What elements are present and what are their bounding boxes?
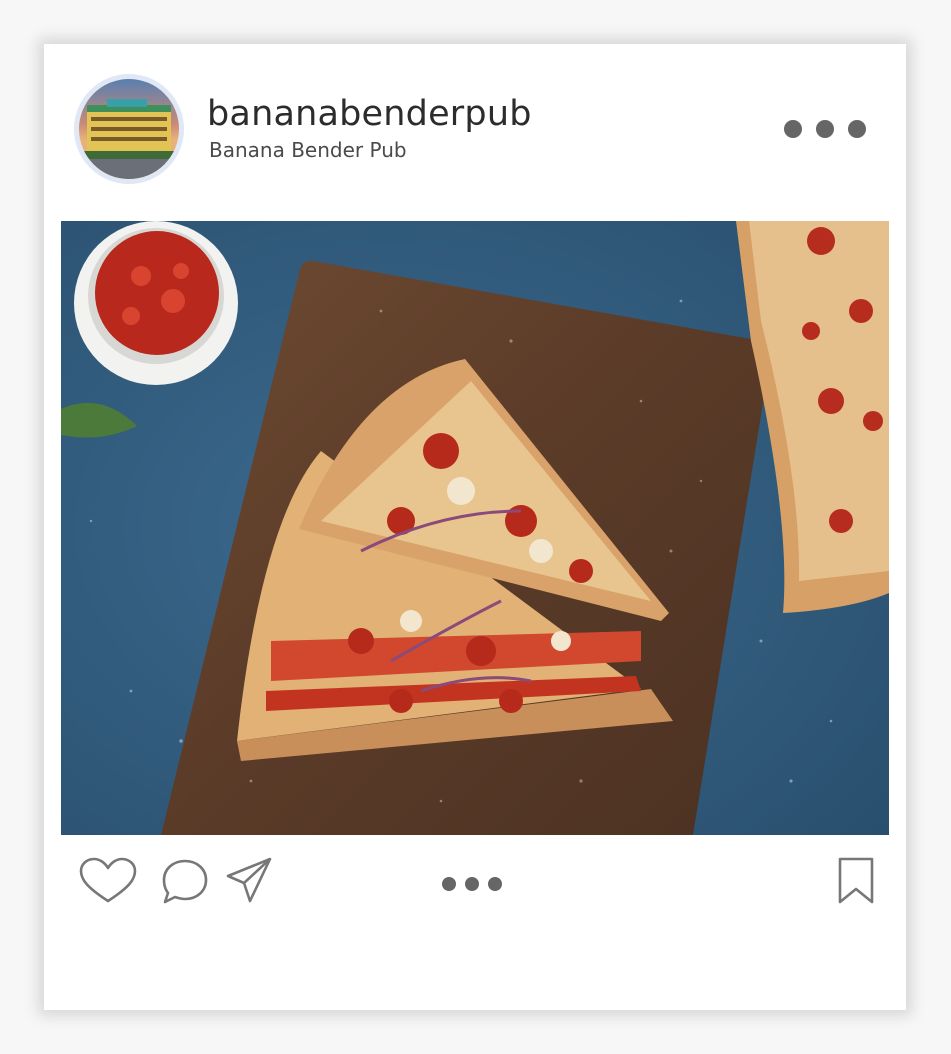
carousel-dot [465, 877, 479, 891]
pizza-photo-image [61, 221, 889, 835]
like-heart-icon[interactable] [78, 856, 138, 906]
carousel-dot [442, 877, 456, 891]
post-photo[interactable] [61, 221, 889, 835]
post-display-name: Banana Bender Pub [209, 138, 407, 162]
instagram-post-card: bananabenderpub Banana Bender Pub [44, 44, 906, 1010]
carousel-dot [488, 877, 502, 891]
share-plane-icon[interactable] [224, 856, 274, 906]
bookmark-icon[interactable] [836, 856, 876, 906]
post-username[interactable]: bananabenderpub [207, 92, 532, 136]
avatar-building-image [79, 79, 179, 179]
comment-bubble-icon[interactable] [160, 858, 210, 906]
profile-avatar[interactable] [74, 74, 184, 184]
more-options-icon[interactable] [784, 117, 874, 141]
carousel-dots-indicator [442, 877, 508, 891]
